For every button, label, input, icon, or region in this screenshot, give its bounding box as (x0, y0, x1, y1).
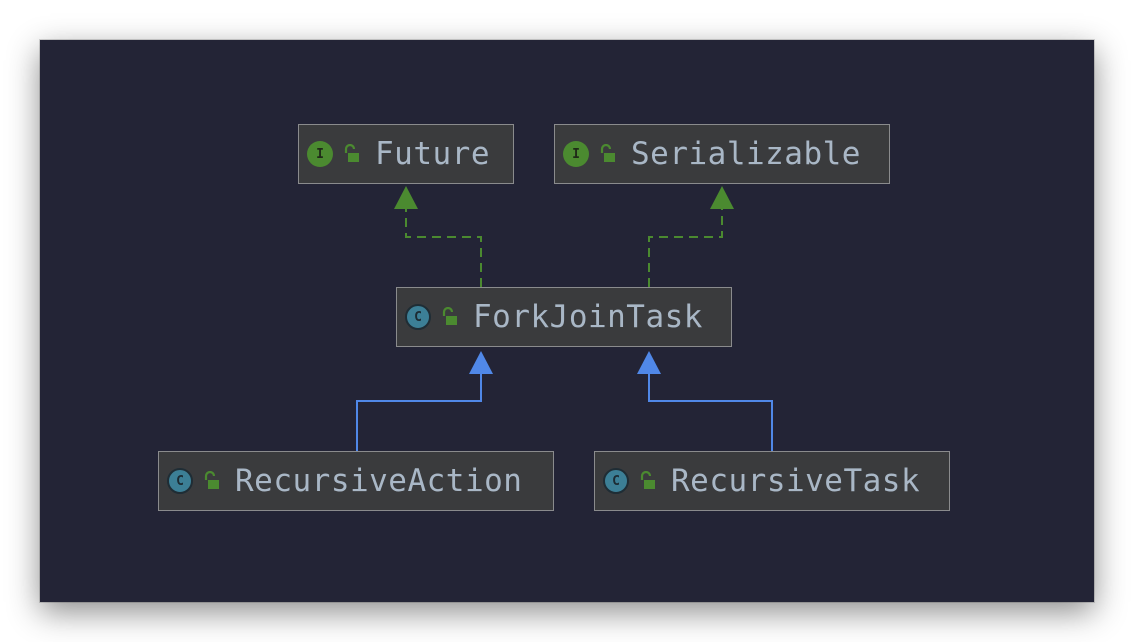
abstract-class-icon: C (603, 468, 629, 494)
node-serializable[interactable]: I Serializable (554, 124, 890, 184)
node-label: Serializable (631, 136, 861, 172)
diagram-canvas: I Future I Serializable C ForkJoinTask C… (40, 40, 1094, 602)
node-recursivetask[interactable]: C RecursiveTask (594, 451, 950, 511)
abstract-class-icon: C (167, 468, 193, 494)
node-label: ForkJoinTask (473, 299, 703, 335)
edge-recursivetask-extends-forkjointask (637, 351, 773, 451)
unlocked-padlock-icon (204, 471, 219, 489)
unlocked-padlock-icon (600, 144, 615, 162)
implements-arrowhead (394, 186, 418, 209)
node-recursiveaction[interactable]: C RecursiveAction (158, 451, 554, 511)
interface-icon: I (563, 141, 589, 167)
unlocked-padlock-icon (344, 144, 359, 162)
extends-arrowhead (469, 351, 493, 374)
node-label: RecursiveTask (671, 463, 921, 499)
edge-recursiveaction-extends-forkjointask (356, 351, 493, 451)
unlocked-padlock-icon (442, 307, 457, 325)
extends-arrowhead (637, 351, 661, 374)
node-label: Future (375, 136, 490, 172)
unlocked-padlock-icon (640, 471, 655, 489)
node-future[interactable]: I Future (298, 124, 514, 184)
node-forkjointask[interactable]: C ForkJoinTask (396, 287, 732, 347)
abstract-class-icon: C (405, 304, 431, 330)
edge-forkjointask-implements-future (394, 186, 482, 287)
interface-icon: I (307, 141, 333, 167)
edge-forkjointask-implements-serializable (648, 186, 734, 287)
node-label: RecursiveAction (235, 463, 523, 499)
implements-arrowhead (710, 186, 734, 209)
